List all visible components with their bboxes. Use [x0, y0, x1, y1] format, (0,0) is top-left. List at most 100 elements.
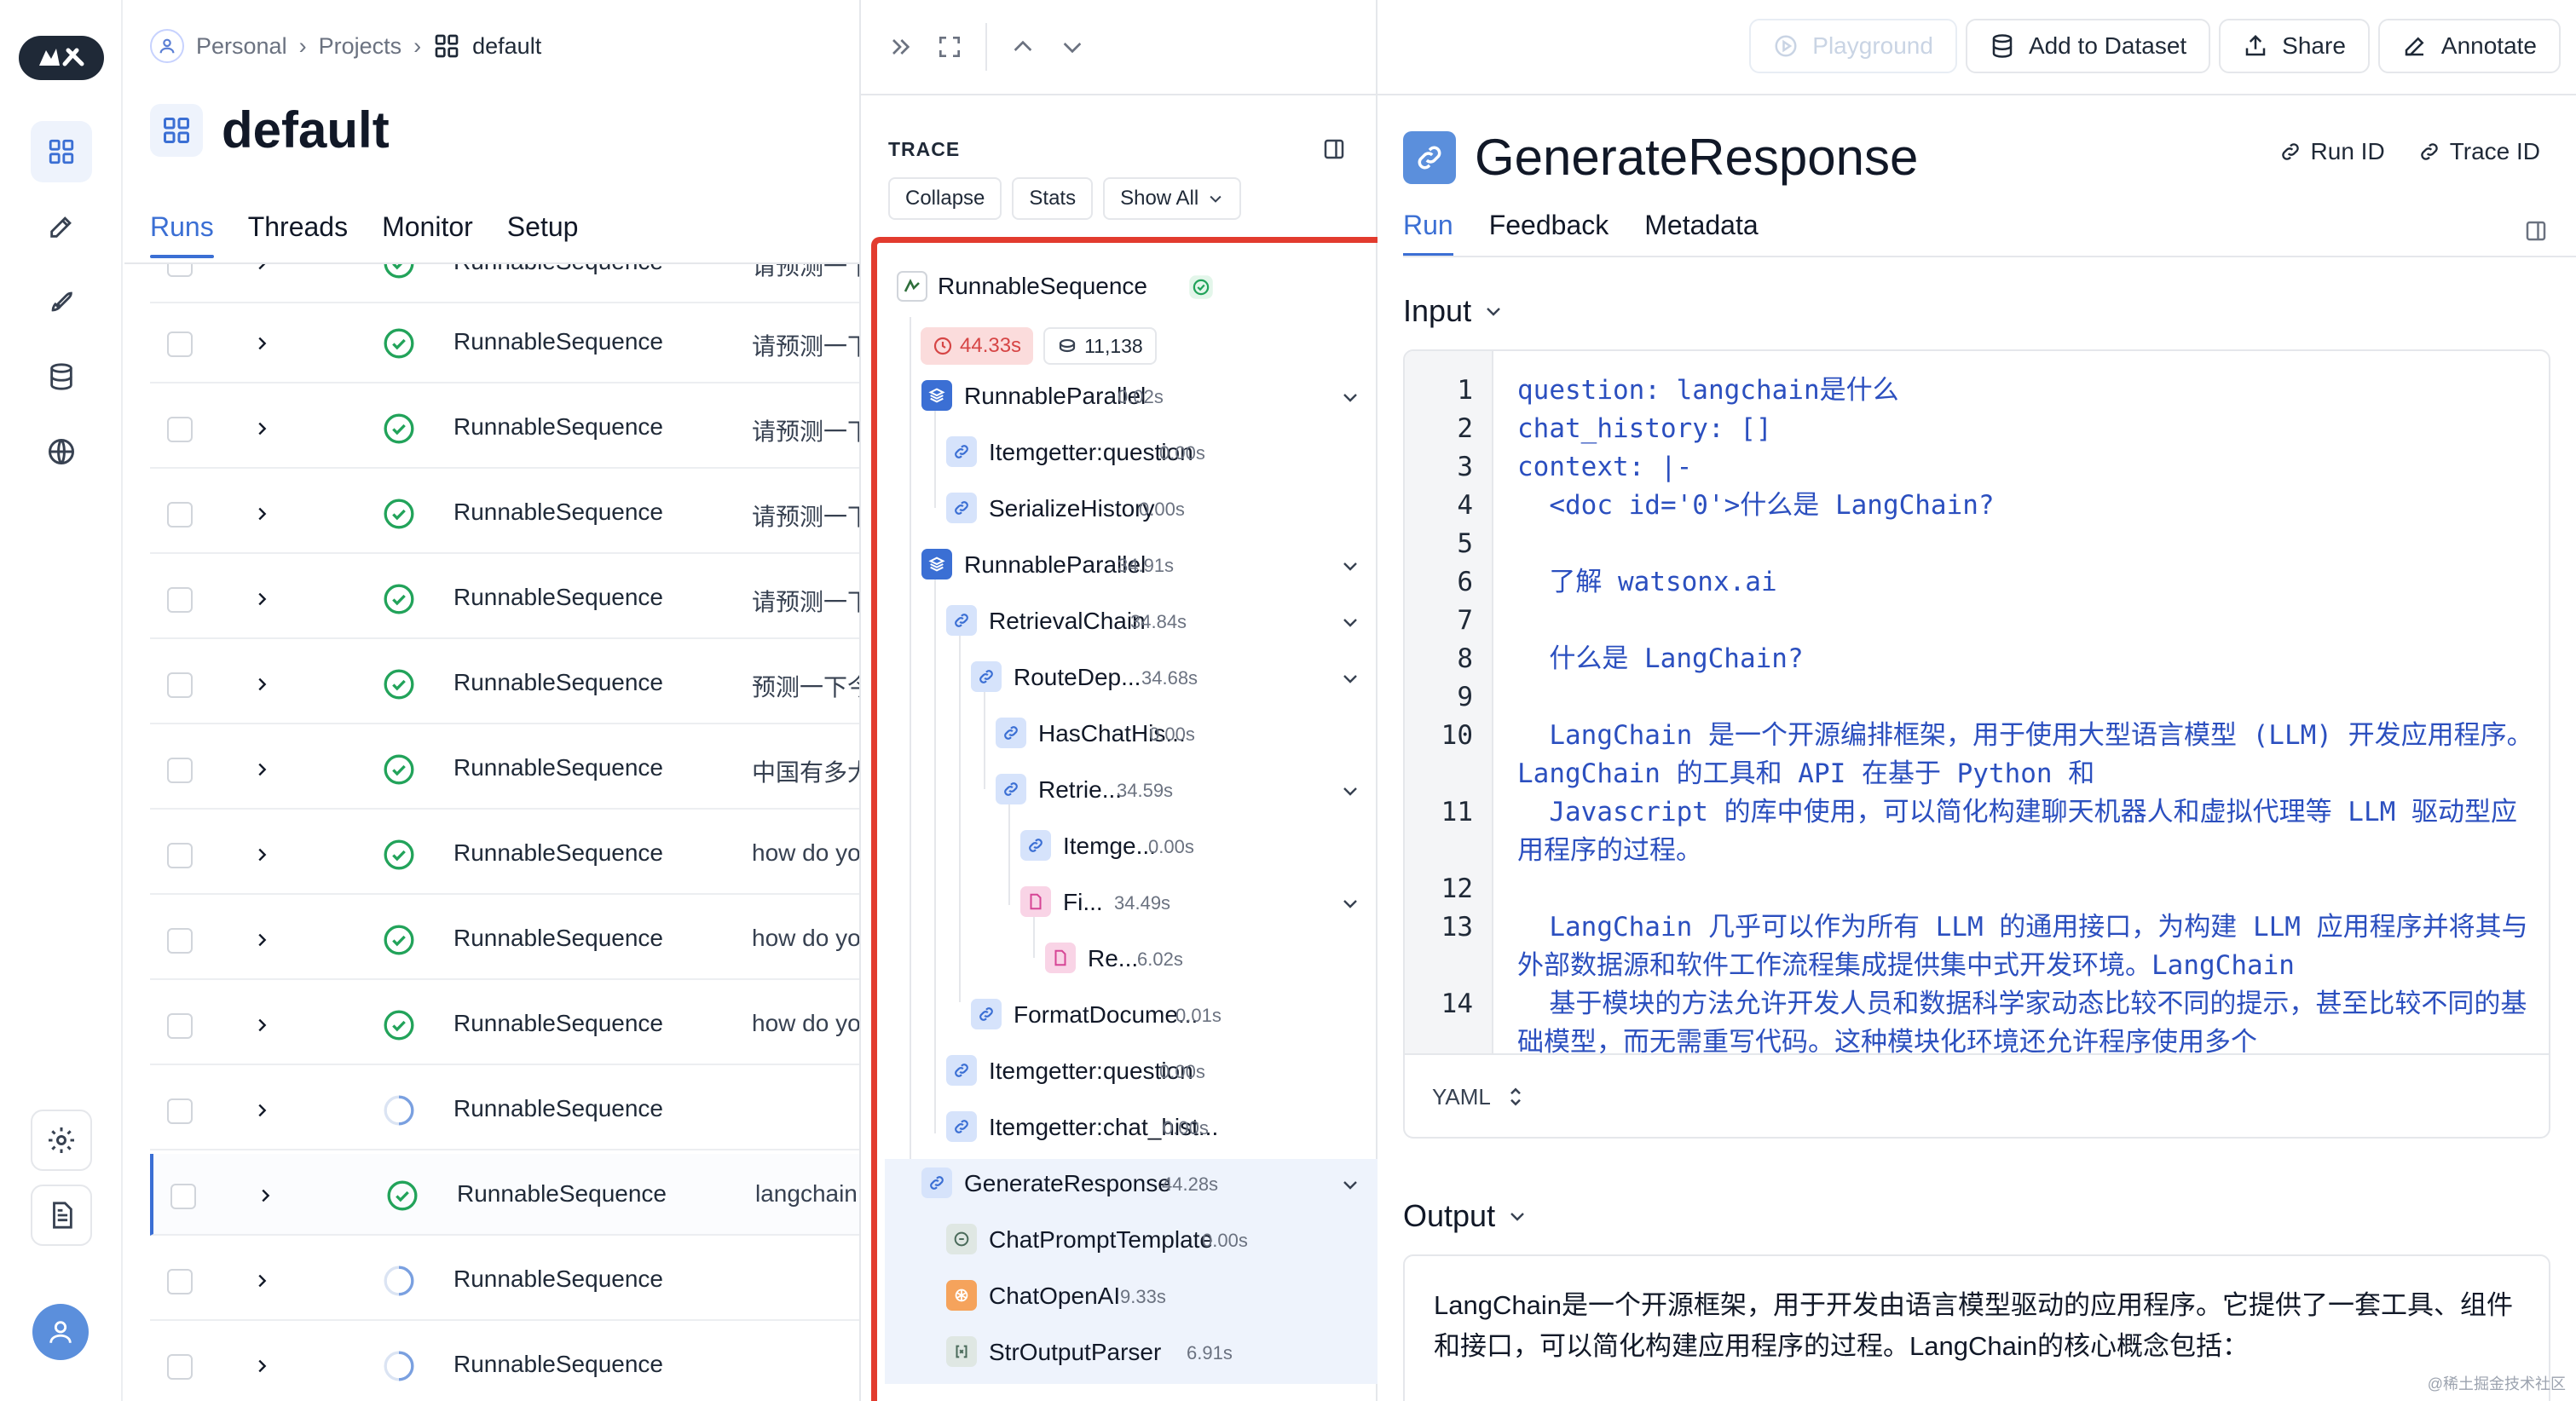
hub-nav-icon[interactable] — [31, 421, 92, 482]
trace-node[interactable]: ChatOpenAI 9.33s — [885, 1271, 1378, 1319]
tab-metadata[interactable]: Metadata — [1644, 210, 1758, 257]
expand-chevron-right-icon[interactable] — [252, 675, 271, 694]
sidebar-toggle-icon[interactable] — [1321, 136, 1347, 162]
table-row[interactable]: RunnableSequence 请预测一下 — [150, 472, 859, 554]
row-checkbox[interactable] — [167, 264, 193, 277]
trace-root-node[interactable]: RunnableSequence — [885, 261, 1378, 312]
chevron-down-icon[interactable] — [1340, 387, 1360, 407]
row-checkbox[interactable] — [167, 672, 193, 698]
tab-setup[interactable]: Setup — [507, 211, 579, 258]
trace-node[interactable]: Itemgetter:chat_hist... 0.00s — [885, 1103, 1378, 1150]
trace-node[interactable]: SerializeHistory 0.00s — [885, 484, 1378, 532]
next-run-chevron-down-icon[interactable] — [1059, 33, 1086, 61]
run-id-link[interactable]: Run ID — [2279, 138, 2385, 165]
chevron-down-icon[interactable] — [1340, 781, 1360, 801]
deploy-nav-icon[interactable] — [31, 271, 92, 332]
trace-node[interactable]: Itemgetter:question 0.00s — [885, 428, 1378, 476]
table-row[interactable]: RunnableSequence — [150, 1324, 859, 1401]
table-row[interactable]: RunnableSequence 中国有多大 — [150, 728, 859, 810]
expand-chevron-right-icon[interactable] — [252, 1271, 271, 1290]
row-checkbox[interactable] — [167, 332, 193, 357]
table-row[interactable]: RunnableSequence how do you — [150, 898, 859, 980]
expand-chevron-right-icon[interactable] — [256, 1186, 274, 1205]
sidebar-toggle-icon[interactable] — [2523, 218, 2549, 244]
trace-node[interactable]: Itemgetter:question 0.00s — [885, 1046, 1378, 1094]
add-to-dataset-button[interactable]: Add to Dataset — [1965, 19, 2211, 73]
expand-chevron-right-icon[interactable] — [252, 1016, 271, 1035]
share-button[interactable]: Share — [2219, 19, 2370, 73]
input-code-viewer[interactable]: 1 question: langchain是什么 2 chat_history: []… — [1403, 349, 2550, 1139]
trace-node[interactable]: RunnableParallel 34.91s — [885, 540, 1378, 588]
trace-node[interactable]: Fi... 34.49s — [885, 878, 1378, 925]
table-row[interactable]: RunnableSequence how do you — [150, 983, 859, 1065]
trace-id-link[interactable]: Trace ID — [2417, 138, 2540, 165]
chevron-down-icon[interactable] — [1340, 612, 1360, 632]
tab-runs[interactable]: Runs — [150, 211, 214, 258]
tab-feedback[interactable]: Feedback — [1489, 210, 1609, 257]
trace-node[interactable]: FormatDocume... 0.01s — [885, 990, 1378, 1038]
table-row[interactable]: RunnableSequence 请预测一下 — [150, 264, 859, 303]
input-section-header[interactable]: Input — [1403, 293, 1504, 329]
expand-chevron-right-icon[interactable] — [252, 504, 271, 523]
output-section-header[interactable]: Output — [1403, 1198, 1528, 1234]
chevron-down-icon[interactable] — [1340, 668, 1360, 689]
table-row[interactable]: RunnableSequence — [150, 1239, 859, 1321]
row-checkbox[interactable] — [170, 1184, 196, 1209]
trace-node[interactable]: ChatPromptTemplate 0.00s — [885, 1215, 1378, 1263]
settings-gear-icon[interactable] — [31, 1110, 92, 1171]
trace-node[interactable]: Itemge... 0.00s — [885, 822, 1378, 869]
datasets-nav-icon[interactable] — [31, 346, 92, 407]
projects-nav-icon[interactable] — [31, 121, 92, 182]
expand-chevron-right-icon[interactable] — [252, 264, 271, 273]
chevron-down-icon[interactable] — [1340, 893, 1360, 914]
trace-node[interactable]: Retrie... 34.59s — [885, 765, 1378, 813]
annotate-button[interactable]: Annotate — [2377, 19, 2561, 73]
show-all-dropdown[interactable]: Show All — [1103, 177, 1242, 220]
trace-node[interactable]: RouteDep... 34.68s — [885, 653, 1378, 700]
chevron-down-icon[interactable] — [1340, 1174, 1360, 1195]
expand-chevron-right-icon[interactable] — [252, 931, 271, 949]
row-checkbox[interactable] — [167, 1269, 193, 1294]
table-row[interactable]: RunnableSequence 请预测一下 — [150, 557, 859, 639]
expand-chevron-right-icon[interactable] — [252, 760, 271, 779]
row-checkbox[interactable] — [167, 758, 193, 783]
expand-chevron-right-icon[interactable] — [252, 419, 271, 438]
expand-chevron-right-icon[interactable] — [252, 845, 271, 864]
previous-run-chevron-up-icon[interactable] — [1009, 33, 1037, 61]
trace-node[interactable]: StrOutputParser 6.91s — [885, 1328, 1378, 1375]
row-checkbox[interactable] — [167, 1013, 193, 1039]
trace-node[interactable]: HasChatHis... 0.00s — [885, 709, 1378, 757]
collapse-button[interactable]: Collapse — [888, 177, 1002, 220]
expand-chevron-right-icon[interactable] — [252, 590, 271, 608]
table-row[interactable]: RunnableSequence — [150, 1069, 859, 1150]
user-avatar[interactable] — [32, 1304, 89, 1360]
row-checkbox[interactable] — [167, 928, 193, 954]
tab-threads[interactable]: Threads — [248, 211, 348, 258]
tab-run[interactable]: Run — [1403, 210, 1453, 257]
table-row[interactable]: RunnableSequence how do you — [150, 813, 859, 895]
trace-node[interactable]: Re... 6.02s — [885, 934, 1378, 982]
breadcrumb-personal[interactable]: Personal — [196, 33, 287, 60]
row-checkbox[interactable] — [167, 1098, 193, 1124]
collapse-panel-icon[interactable] — [887, 33, 914, 61]
table-row[interactable]: RunnableSequence 预测一下今 — [150, 643, 859, 724]
trace-node[interactable]: GenerateResponse 44.28s — [885, 1159, 1378, 1207]
table-row[interactable]: RunnableSequence 请预测一下 — [150, 302, 859, 383]
chevron-down-icon[interactable] — [1340, 556, 1360, 576]
trace-node[interactable]: RetrievalChain 34.84s — [885, 597, 1378, 644]
expand-chevron-right-icon[interactable] — [252, 1101, 271, 1120]
row-checkbox[interactable] — [167, 1354, 193, 1380]
playground-button[interactable]: Playground — [1749, 19, 1957, 73]
table-row[interactable]: RunnableSequence langchain — [150, 1154, 859, 1236]
format-selector[interactable]: YAML — [1405, 1053, 2549, 1137]
row-checkbox[interactable] — [167, 417, 193, 442]
expand-chevron-right-icon[interactable] — [252, 1357, 271, 1375]
langsmith-logo[interactable] — [19, 36, 104, 80]
docs-nav-icon[interactable] — [31, 1185, 92, 1246]
row-checkbox[interactable] — [167, 843, 193, 868]
stats-button[interactable]: Stats — [1012, 177, 1094, 220]
table-row[interactable]: RunnableSequence 请预测一下 — [150, 387, 859, 469]
tab-monitor[interactable]: Monitor — [382, 211, 473, 258]
expand-fullscreen-icon[interactable] — [936, 33, 963, 61]
row-checkbox[interactable] — [167, 587, 193, 613]
